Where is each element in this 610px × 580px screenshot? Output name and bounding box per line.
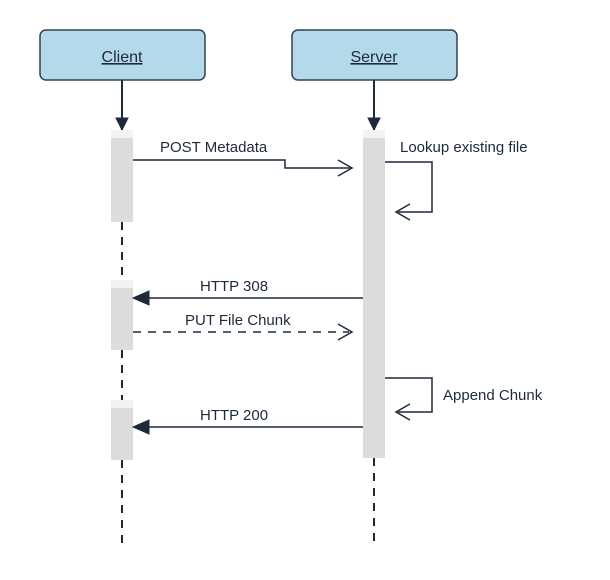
message-post-metadata-label: POST Metadata bbox=[160, 139, 268, 156]
message-put-file-chunk-label: PUT File Chunk bbox=[185, 312, 291, 329]
message-append-chunk: Append Chunk bbox=[385, 378, 543, 420]
message-lookup-existing-file: Lookup existing file bbox=[385, 139, 528, 220]
participant-client-label: Client bbox=[102, 49, 143, 66]
message-append-chunk-label: Append Chunk bbox=[443, 387, 543, 404]
sequence-diagram: Client Server POST Me bbox=[0, 0, 610, 580]
message-put-file-chunk: PUT File Chunk bbox=[133, 312, 352, 340]
participant-client: Client bbox=[40, 30, 205, 80]
message-http-308: HTTP 308 bbox=[133, 278, 363, 305]
message-http-200: HTTP 200 bbox=[133, 407, 363, 434]
message-http-308-label: HTTP 308 bbox=[200, 278, 268, 295]
participant-server-label: Server bbox=[350, 49, 398, 66]
lifeline-server bbox=[363, 80, 385, 545]
message-http-200-label: HTTP 200 bbox=[200, 407, 268, 424]
lifeline-client bbox=[111, 80, 133, 545]
message-lookup-existing-file-label: Lookup existing file bbox=[400, 139, 528, 156]
participant-server: Server bbox=[292, 30, 457, 80]
message-post-metadata: POST Metadata bbox=[133, 139, 352, 176]
